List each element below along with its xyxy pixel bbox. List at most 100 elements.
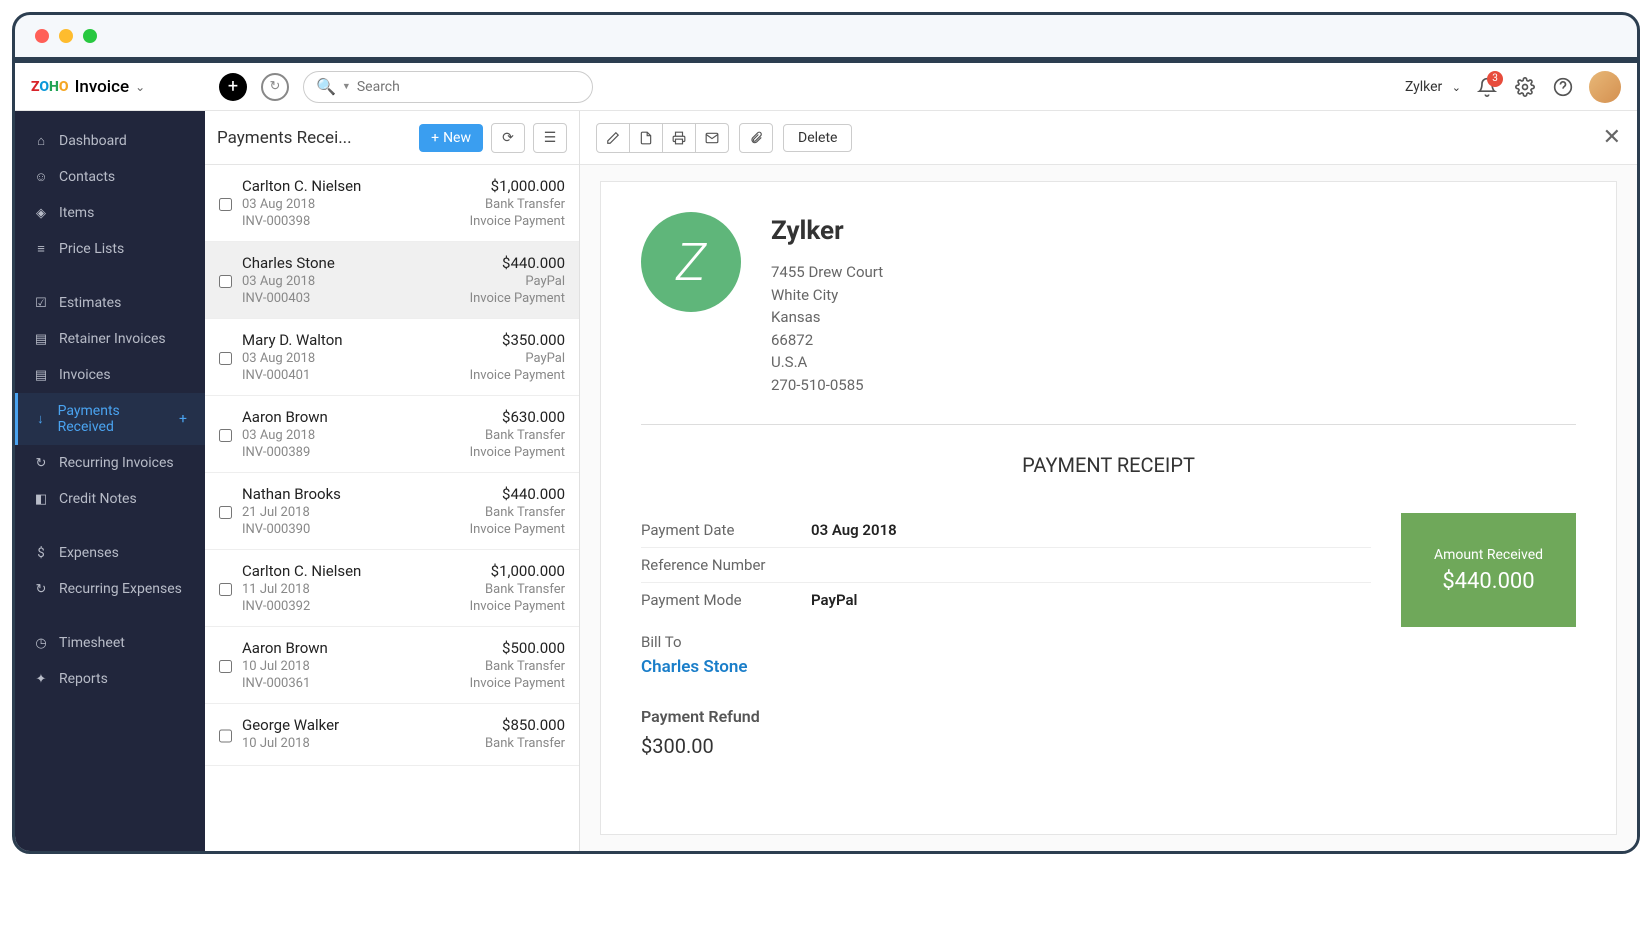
sidebar-item-label: Dashboard [59,133,127,149]
new-button[interactable]: +New [419,124,483,152]
payment-row[interactable]: George Walker 10 Jul 2018 $850.000 Bank … [205,704,579,766]
payment-date: 10 Jul 2018 [242,659,460,674]
list-title: Payments Recei... [217,128,411,148]
payment-method: Bank Transfer [470,582,565,597]
user-avatar[interactable] [1589,71,1621,103]
plus-icon[interactable]: + [179,411,187,427]
row-checkbox[interactable] [219,488,232,537]
org-switcher[interactable]: Zylker ⌄ [1405,79,1461,95]
brand-logo: ZOHO [31,79,69,95]
sidebar-item-payments-received[interactable]: ↓Payments Received+ [15,393,205,445]
payment-method: PayPal [470,274,565,289]
payment-date: 11 Jul 2018 [242,582,460,597]
row-checkbox[interactable] [219,411,232,460]
sidebar-item-items[interactable]: ◈Items [15,195,205,231]
plus-icon: + [431,130,439,146]
payment-type: Invoice Payment [470,676,565,691]
payment-row[interactable]: Aaron Brown 10 Jul 2018 INV-000361 $500.… [205,627,579,704]
sidebar-item-credit-notes[interactable]: ◧Credit Notes [15,481,205,517]
payment-method: PayPal [470,351,565,366]
history-button[interactable]: ↻ [261,73,289,101]
sidebar-item-contacts[interactable]: ☺Contacts [15,159,205,195]
payment-method: Bank Transfer [470,197,565,212]
delete-button[interactable]: Delete [783,124,852,152]
company-country: U.S.A [771,351,883,374]
sidebar-item-label: Recurring Invoices [59,455,174,471]
window-minimize-button[interactable] [59,29,73,43]
credit-icon: ◧ [33,491,49,507]
refresh-button[interactable]: ⟳ [491,123,525,153]
window-close-button[interactable] [35,29,49,43]
payment-date: 03 Aug 2018 [242,274,460,289]
row-checkbox[interactable] [219,180,232,229]
sidebar-item-timesheet[interactable]: ◷Timesheet [15,625,205,661]
sidebar-item-label: Invoices [59,367,111,383]
sidebar-item-dashboard[interactable]: ⌂Dashboard [15,123,205,159]
sidebar-item-price-lists[interactable]: ≡ Price Lists [15,231,205,267]
search-dropdown-icon[interactable]: ▼ [342,81,351,92]
brand[interactable]: ZOHO Invoice ⌄ [31,77,205,97]
settings-button[interactable] [1513,75,1537,99]
receipt-document: Z Zylker 7455 Drew Court White City Kans… [600,181,1617,835]
payment-invoice: INV-000398 [242,214,460,229]
payment-row[interactable]: Carlton C. Nielsen 03 Aug 2018 INV-00039… [205,165,579,242]
row-checkbox[interactable] [219,257,232,306]
row-checkbox[interactable] [219,642,232,691]
payment-customer: Aaron Brown [242,408,460,426]
detail-pane: Delete ✕ Z Zylker 7455 Drew Court White … [580,111,1637,851]
sidebar-item-retainer-invoices[interactable]: ▤Retainer Invoices [15,321,205,357]
sidebar-item-estimates[interactable]: ☑Estimates [15,285,205,321]
quick-create-button[interactable]: + [219,73,247,101]
payment-mode-value: PayPal [811,591,857,609]
retainer-icon: ▤ [33,331,49,347]
payment-date-value: 03 Aug 2018 [811,521,897,539]
payment-date-label: Payment Date [641,521,811,539]
row-checkbox[interactable] [219,565,232,614]
payment-row[interactable]: Charles Stone 03 Aug 2018 INV-000403 $44… [205,242,579,319]
search-input[interactable] [357,79,580,95]
print-button[interactable] [662,123,696,153]
sidebar-item-expenses[interactable]: $Expenses [15,535,205,571]
topbar: ZOHO Invoice ⌄ + ↻ 🔍 ▼ Zylker ⌄ 3 [15,63,1637,111]
row-checkbox[interactable] [219,334,232,383]
payment-date: 03 Aug 2018 [242,428,460,443]
sidebar-item-recurring-expenses[interactable]: ↻Recurring Expenses [15,571,205,607]
row-checkbox[interactable] [219,719,232,753]
window-zoom-button[interactable] [83,29,97,43]
company-name: Zylker [771,212,883,251]
email-button[interactable] [695,123,729,153]
brand-product: Invoice [75,77,130,97]
payment-type: Invoice Payment [470,368,565,383]
company-info: Zylker 7455 Drew Court White City Kansas… [771,212,883,396]
sidebar-item-label: Price Lists [59,241,124,257]
attach-button[interactable] [739,123,773,153]
payment-row[interactable]: Carlton C. Nielsen 11 Jul 2018 INV-00039… [205,550,579,627]
payment-customer: Nathan Brooks [242,485,460,503]
sidebar-item-label: Expenses [59,545,119,561]
search-box[interactable]: 🔍 ▼ [303,71,593,103]
edit-button[interactable] [596,123,630,153]
sidebar-item-label: Reports [59,671,108,687]
sidebar-item-invoices[interactable]: ▤Invoices [15,357,205,393]
notification-button[interactable]: 3 [1475,75,1499,99]
help-button[interactable] [1551,75,1575,99]
payment-row[interactable]: Mary D. Walton 03 Aug 2018 INV-000401 $3… [205,319,579,396]
payment-amount: $500.000 [470,639,565,657]
close-detail-button[interactable]: ✕ [1603,125,1621,150]
payment-row[interactable]: Nathan Brooks 21 Jul 2018 INV-000390 $44… [205,473,579,550]
pricelist-icon: ≡ [33,241,49,257]
payment-amount: $1,000.000 [470,562,565,580]
payment-row[interactable]: Aaron Brown 03 Aug 2018 INV-000389 $630.… [205,396,579,473]
sidebar-item-reports[interactable]: ✦Reports [15,661,205,697]
reference-label: Reference Number [641,556,811,574]
chevron-down-icon: ⌄ [135,80,145,94]
payment-type: Invoice Payment [470,522,565,537]
billto-name[interactable]: Charles Stone [641,657,1371,677]
payment-customer: Aaron Brown [242,639,460,657]
list-menu-button[interactable]: ☰ [533,123,567,153]
pdf-button[interactable] [629,123,663,153]
payment-invoice: INV-000401 [242,368,460,383]
sidebar-item-recurring-invoices[interactable]: ↻Recurring Invoices [15,445,205,481]
payment-mode-label: Payment Mode [641,591,811,609]
payment-invoice: INV-000390 [242,522,460,537]
